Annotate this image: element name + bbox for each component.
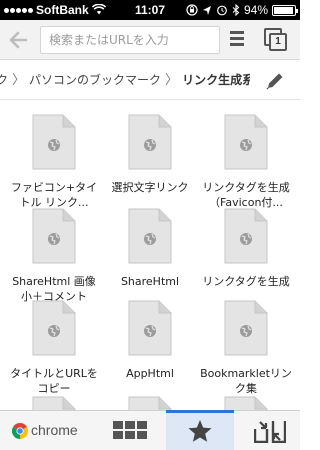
breadcrumb-item[interactable]: ク <box>0 60 8 100</box>
bookmark-item[interactable] <box>102 396 198 410</box>
chrome-logo-icon <box>12 423 28 439</box>
bookmark-file-icon <box>224 396 268 410</box>
breadcrumb: ク〉パソコンのブックマーク〉リンク生成系 <box>0 60 250 100</box>
bookmark-label: Bookmarkletリンク集 <box>200 367 292 395</box>
bookmark-file-icon <box>32 208 76 264</box>
bookmark-item[interactable]: ファビコン+タイトル リンク... <box>6 114 102 210</box>
devices-sync-icon <box>254 421 286 443</box>
tab-switcher-button[interactable]: 1 <box>264 28 290 52</box>
bookmark-label: AppHtml <box>126 367 174 380</box>
menu-icon[interactable] <box>230 31 244 47</box>
bookmark-label: ファビコン+タイトル リンク... <box>10 181 98 209</box>
bottom-nav: chrome <box>0 410 300 450</box>
bookmark-item[interactable]: AppHtml <box>102 300 198 381</box>
bookmark-item[interactable] <box>6 396 102 410</box>
star-icon <box>188 420 212 442</box>
bookmark-item[interactable]: 選択文字リンク <box>102 114 198 195</box>
bookmark-file-icon <box>224 114 268 170</box>
chevron-right-icon: 〉 <box>165 73 179 88</box>
bookmark-item[interactable]: Bookmarkletリンク集 <box>198 300 294 396</box>
rotation-lock-icon <box>186 4 198 16</box>
bluetooth-icon <box>232 4 240 16</box>
bookmark-label: タイトルとURLをコピー <box>10 367 98 395</box>
bookmark-label: ShareHtml <box>120 275 180 288</box>
status-bar: SoftBank 11:07 94% <box>0 0 300 20</box>
bookmark-item[interactable] <box>198 396 294 410</box>
bookmark-header: ク〉パソコンのブックマーク〉リンク生成系 <box>0 60 300 100</box>
bookmark-item[interactable]: リンクタグを生成（Favicon付... <box>198 114 294 210</box>
tab-count: 1 <box>269 33 287 51</box>
bookmark-file-icon <box>128 300 172 356</box>
battery-percent: 94% <box>243 3 268 17</box>
battery-icon <box>272 4 298 16</box>
bookmark-item[interactable]: リンクタグを生成 <box>198 208 294 289</box>
bookmark-label: リンクタグを生成 <box>202 275 290 288</box>
bookmark-file-icon <box>32 300 76 356</box>
omnibox-input[interactable]: 検索またはURLを入力 <box>40 26 220 54</box>
bookmark-item[interactable]: ShareHtml <box>102 208 198 289</box>
bookmarks-button[interactable] <box>166 410 234 450</box>
location-arrow-icon <box>202 5 211 15</box>
bookmark-file-icon <box>224 208 268 264</box>
back-arrow-icon[interactable] <box>6 28 30 52</box>
bookmark-item[interactable]: ShareHtml 画像小＋コメント <box>6 208 102 304</box>
bookmark-item[interactable]: タイトルとURLをコピー <box>6 300 102 396</box>
chrome-brand-label: chrome <box>31 422 78 438</box>
bookmark-file-icon <box>32 114 76 170</box>
bookmark-file-icon <box>128 208 172 264</box>
status-right: 94% <box>186 3 298 17</box>
most-visited-button[interactable] <box>100 411 160 450</box>
browser-toolbar: 検索またはURLを入力 1 <box>0 20 300 60</box>
pencil-icon[interactable] <box>264 70 286 92</box>
bookmark-label: リンクタグを生成（Favicon付... <box>202 181 290 209</box>
grid-icon <box>113 421 147 439</box>
chevron-right-icon: 〉 <box>12 73 26 88</box>
bookmark-file-icon <box>128 114 172 170</box>
bookmark-file-icon <box>32 396 76 410</box>
breadcrumb-current: リンク生成系 <box>182 73 250 87</box>
breadcrumb-item[interactable]: パソコンのブックマーク <box>29 60 161 100</box>
bookmark-file-icon <box>128 396 172 410</box>
bookmark-grid: ファビコン+タイトル リンク... 選択文字リンク リンクタグを生成（Favic… <box>0 100 300 410</box>
battery-fill <box>274 6 293 14</box>
chrome-home-button[interactable]: chrome <box>0 411 90 450</box>
alarm-clock-icon <box>217 5 227 16</box>
bookmark-label: 選択文字リンク <box>111 181 189 194</box>
other-devices-button[interactable] <box>240 411 300 450</box>
bookmark-file-icon <box>224 300 268 356</box>
